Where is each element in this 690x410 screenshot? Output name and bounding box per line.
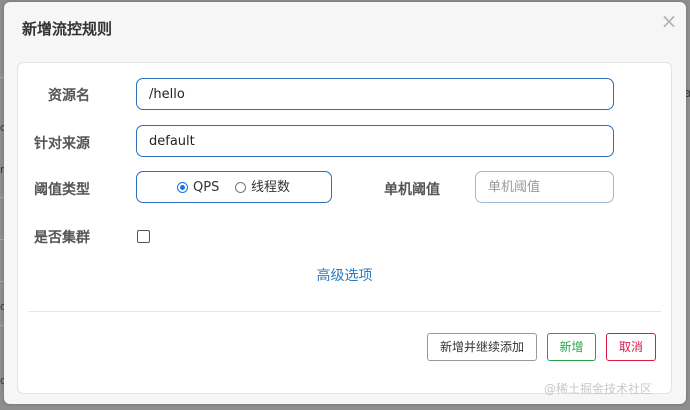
close-icon[interactable]: × (660, 11, 678, 31)
cancel-button[interactable]: 取消 (606, 333, 656, 361)
resource-name-label: 资源名 (48, 88, 90, 104)
advanced-options-link[interactable]: 高级选项 (18, 265, 671, 285)
flow-rule-modal: 新增流控规则 × 资源名 针对来源 阈值类型 QPS 线程数 单机阈值 是否集群… (4, 2, 686, 404)
thread-count-radio[interactable] (235, 182, 246, 193)
qps-radio-label[interactable]: QPS (193, 180, 219, 196)
thread-count-radio-label[interactable]: 线程数 (251, 180, 290, 196)
modal-title: 新增流控规则 (22, 20, 113, 38)
add-and-continue-button[interactable]: 新增并继续添加 (427, 333, 537, 361)
limit-origin-input[interactable] (136, 125, 614, 157)
add-button[interactable]: 新增 (547, 333, 596, 361)
form-panel: 资源名 针对来源 阈值类型 QPS 线程数 单机阈值 是否集群 高级选项 新增并… (17, 62, 672, 394)
watermark: @稀土掘金技术社区 (544, 382, 653, 396)
cluster-mode-checkbox[interactable] (137, 230, 150, 243)
resource-name-input[interactable] (136, 78, 614, 110)
limit-origin-label: 针对来源 (34, 136, 90, 152)
single-threshold-input[interactable] (475, 171, 614, 203)
footer-divider (28, 311, 661, 312)
threshold-type-label: 阈值类型 (34, 182, 90, 198)
threshold-type-radio-group: QPS 线程数 (136, 171, 332, 203)
qps-radio[interactable] (177, 182, 188, 193)
single-threshold-label: 单机阈值 (384, 182, 440, 198)
cluster-mode-label: 是否集群 (34, 230, 90, 246)
